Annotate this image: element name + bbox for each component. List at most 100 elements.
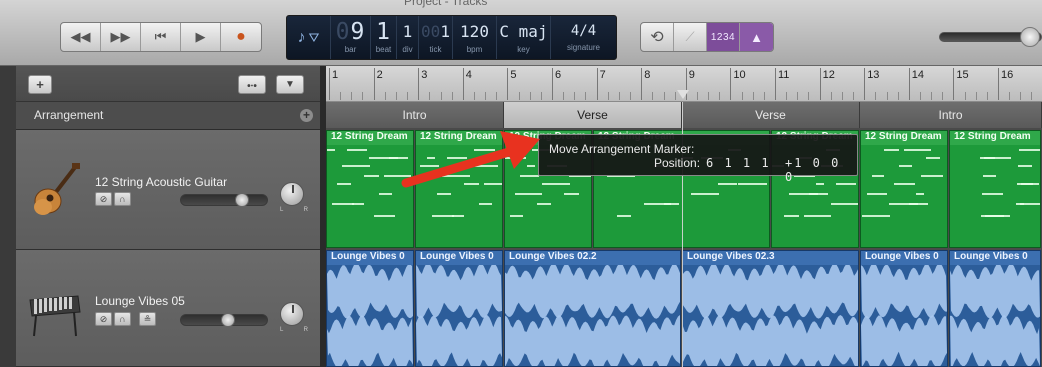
- record-button[interactable]: ●: [221, 23, 261, 51]
- ruler-beat-tick: [696, 92, 698, 100]
- track-volume-slider[interactable]: [180, 193, 268, 207]
- go-to-start-button[interactable]: ⏮: [141, 23, 181, 51]
- midi-note: [479, 203, 492, 205]
- lcd-signature[interactable]: 4/4 signature: [551, 16, 616, 59]
- metronome-button[interactable]: ▲: [740, 23, 773, 51]
- playhead-handle[interactable]: [677, 90, 689, 99]
- arrangement-marker[interactable]: Intro: [860, 102, 1042, 128]
- move-marker-tooltip: Move Arrangement Marker: Position: 6 1 1…: [538, 134, 858, 184]
- pan-knob[interactable]: [280, 302, 304, 326]
- key-label: key: [517, 45, 530, 54]
- ruler-beat-tick: [574, 92, 576, 100]
- ruler-beat-tick: [875, 92, 877, 100]
- arrangement-marker[interactable]: Verse: [682, 102, 860, 128]
- midi-note: [738, 183, 767, 185]
- ruler-beat-tick: [841, 92, 843, 100]
- lcd-display[interactable]: ♪ ⛛ 09 bar 1 beat 1 div 001 tick 120 bpm: [286, 15, 617, 60]
- midi-note: [691, 193, 719, 195]
- lcd-mode[interactable]: ♪ ⛛: [287, 16, 331, 59]
- automation-button[interactable]: •⸱•: [238, 75, 266, 94]
- key-value: C maj: [499, 22, 548, 41]
- play-icon: ▶: [195, 29, 206, 44]
- track-volume-slider[interactable]: [180, 313, 268, 327]
- ruler-bar-tick: [775, 68, 776, 100]
- vibraphone-icon: [29, 295, 81, 337]
- audio-region[interactable]: Lounge Vibes 0: [949, 250, 1041, 367]
- midi-region[interactable]: 12 String Dream: [949, 130, 1041, 248]
- bar-label: bar: [344, 45, 357, 54]
- play-button[interactable]: ▶: [181, 23, 221, 51]
- arrangement-track-header: Arrangement +: [16, 102, 320, 130]
- pan-knob[interactable]: [280, 182, 304, 206]
- audio-region[interactable]: Lounge Vibes 02.2: [504, 250, 681, 367]
- lcd-key[interactable]: C maj key: [497, 16, 551, 59]
- master-volume-knob[interactable]: [1020, 27, 1040, 47]
- midi-note: [984, 157, 1011, 159]
- ruler-beat-tick: [897, 92, 899, 100]
- audio-region[interactable]: Lounge Vibes 0: [415, 250, 503, 367]
- toolbar: Project - Tracks ◀◀ ▶▶ ⏮ ▶ ● ♪ ⛛ 09 bar …: [0, 0, 1042, 66]
- transport-controls: ◀◀ ▶▶ ⏮ ▶ ●: [60, 22, 262, 52]
- midi-note: [804, 215, 831, 217]
- track-headers: + •⸱• ▼ Arrangement + 12 String Acoustic…: [16, 66, 320, 367]
- ruler-bar-tick: [908, 68, 910, 100]
- fast-forward-button[interactable]: ▶▶: [101, 23, 141, 51]
- ruler-bar-number: 11: [778, 69, 790, 81]
- filter-button[interactable]: ▼: [276, 75, 304, 94]
- ruler-bar-tick: [552, 68, 553, 100]
- count-in-button[interactable]: 1234: [707, 23, 740, 51]
- solo-button[interactable]: ∩: [114, 312, 131, 326]
- audio-waveform: [683, 265, 858, 366]
- note-icon: ♪: [297, 28, 306, 46]
- ruler-beat-tick: [763, 92, 765, 100]
- midi-note: [374, 215, 395, 217]
- fast-forward-icon: ▶▶: [110, 29, 131, 44]
- track-header-guitar[interactable]: 12 String Acoustic Guitar ⊘ ∩ LR: [16, 130, 320, 250]
- track-header-vibes[interactable]: Lounge Vibes 05 ⊘ ∩ ≗ LR: [16, 250, 320, 367]
- ruler-beat-tick: [496, 92, 498, 100]
- filter-icon: ▼: [285, 79, 295, 90]
- mute-button[interactable]: ⊘: [95, 312, 112, 326]
- ruler-beat-tick: [362, 92, 364, 100]
- track-name[interactable]: 12 String Acoustic Guitar: [95, 175, 227, 189]
- midi-note: [537, 203, 551, 205]
- ruler-bar-number: 7: [599, 69, 606, 81]
- tuner-button[interactable]: ⟋: [674, 23, 707, 51]
- volume-knob[interactable]: [235, 193, 249, 207]
- audio-region[interactable]: Lounge Vibes 0: [326, 250, 414, 367]
- ruler-bar-number: 15: [956, 69, 969, 81]
- cycle-button[interactable]: ⟲: [641, 23, 674, 51]
- midi-note: [452, 215, 464, 217]
- track-buttons: ⊘ ∩: [95, 192, 131, 206]
- midi-note: [862, 215, 890, 217]
- solo-button[interactable]: ∩: [114, 192, 131, 206]
- volume-knob[interactable]: [221, 313, 235, 327]
- midi-note: [926, 157, 940, 159]
- ruler-beat-tick: [786, 92, 788, 100]
- headphones-icon: ∩: [119, 314, 126, 324]
- ruler-beat-tick: [886, 92, 888, 100]
- midi-note: [364, 175, 379, 177]
- input-icon: ≗: [143, 313, 152, 324]
- tuner-icon: ⛛: [308, 29, 320, 45]
- lcd-tempo[interactable]: 120 bpm: [453, 16, 497, 59]
- ruler-bar-number: 1: [332, 69, 339, 81]
- audio-region[interactable]: Lounge Vibes 02.3: [682, 250, 859, 367]
- cycle-icon: ⟲: [650, 29, 664, 46]
- midi-note: [1021, 183, 1033, 185]
- record-icon: ●: [236, 28, 246, 45]
- midi-region[interactable]: 12 String Dream: [860, 130, 948, 248]
- audio-region[interactable]: Lounge Vibes 0: [860, 250, 948, 367]
- ruler-beat-tick: [351, 92, 353, 100]
- record-enable-button[interactable]: ≗: [139, 312, 156, 326]
- rewind-button[interactable]: ◀◀: [61, 23, 101, 51]
- mode-controls: ⟲ ⟋ 1234 ▲: [640, 22, 774, 52]
- region-name: Lounge Vibes 02.3: [683, 251, 858, 265]
- track-name[interactable]: Lounge Vibes 05: [95, 294, 185, 308]
- ruler-beat-tick: [440, 92, 442, 100]
- mute-button[interactable]: ⊘: [95, 192, 112, 206]
- add-marker-button[interactable]: +: [300, 109, 313, 122]
- ruler-beat-tick: [931, 92, 933, 100]
- add-track-button[interactable]: +: [28, 75, 52, 94]
- region-name: 12 String Dream: [950, 131, 1040, 145]
